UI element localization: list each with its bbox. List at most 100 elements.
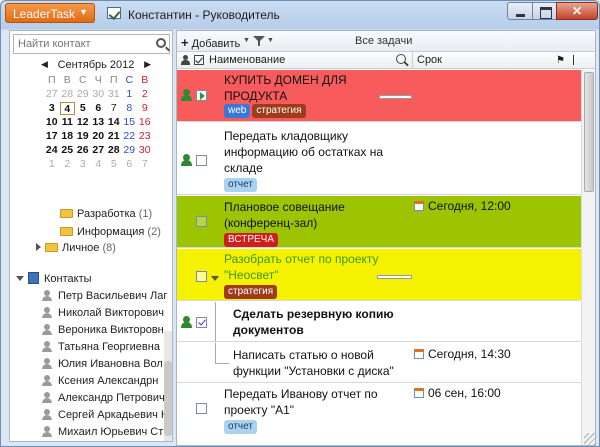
tree-item-folder[interactable]: Личное (8) — [36, 242, 116, 257]
calendar-day[interactable]: 27 — [44, 88, 60, 101]
search-icon[interactable] — [396, 54, 406, 64]
close-button[interactable]: ✕ — [556, 2, 598, 20]
calendar-day[interactable]: 4 — [91, 158, 107, 171]
calendar-day[interactable]: 27 — [91, 144, 107, 157]
calendar-day[interactable]: 31 — [106, 88, 122, 101]
contact-item[interactable]: Вероника Викторовн — [42, 324, 164, 339]
task-row[interactable]: КУПИТЬ ДОМЕН ДЛЯ ПРОДУКТА web стратегия — [177, 70, 581, 122]
tree-item-folder[interactable]: Разработка (1) — [60, 208, 152, 223]
task-checkbox[interactable] — [196, 155, 207, 166]
task-scrollbar[interactable] — [581, 70, 595, 445]
task-title[interactable]: КУПИТЬ ДОМЕН ДЛЯ ПРОДУКТА — [224, 72, 394, 104]
calendar-day[interactable]: 3 — [44, 102, 60, 115]
scrollbar-thumb[interactable] — [584, 72, 594, 192]
calendar-day[interactable]: 19 — [75, 130, 91, 143]
calendar-day[interactable]: 2 — [60, 158, 76, 171]
task-checkbox[interactable] — [196, 216, 207, 227]
calendar-day[interactable]: 11 — [60, 116, 76, 129]
calendar-day[interactable]: 9 — [137, 102, 153, 115]
next-month-icon[interactable]: ▶ — [144, 59, 151, 70]
calendar-day[interactable]: 2 — [137, 88, 153, 101]
task-title[interactable]: Написать статью о новой функции "Установ… — [233, 347, 413, 379]
task-title[interactable]: Передать кладовщику информацию об остатк… — [224, 128, 404, 176]
task-row[interactable]: Написать статью о новой функции "Установ… — [177, 343, 581, 383]
calendar-day[interactable]: 26 — [75, 144, 91, 157]
task-checkbox[interactable] — [196, 403, 207, 414]
task-row[interactable]: Плановое совещание (конференц-зал) Сегод… — [177, 196, 581, 248]
contact-search-input[interactable] — [14, 35, 144, 53]
calendar-day[interactable]: 30 — [137, 144, 153, 157]
contact-item[interactable]: Сергей Аркадьевич К — [42, 409, 167, 424]
calendar-day[interactable]: 18 — [60, 130, 76, 143]
calendar-day[interactable]: 10 — [44, 116, 60, 129]
calendar-day[interactable]: 28 — [106, 144, 122, 157]
calendar-day[interactable]: 28 — [60, 88, 76, 101]
tag-strategy[interactable]: стратегия — [252, 104, 306, 118]
column-due[interactable]: Срок — [417, 54, 442, 66]
person-icon[interactable] — [181, 55, 190, 66]
pin-icon[interactable] — [568, 55, 574, 65]
calendar-day[interactable]: 5 — [75, 102, 91, 115]
task-row[interactable]: Сделать резервную копию документов — [177, 302, 581, 342]
delegated-icon[interactable] — [181, 316, 193, 329]
tag-report[interactable]: отчет — [224, 178, 257, 192]
task-title[interactable]: Разобрать отчет по проекту "Неосвет" — [224, 251, 394, 283]
play-icon[interactable] — [196, 90, 207, 101]
calendar-day[interactable]: 29 — [122, 144, 138, 157]
calendar-day[interactable]: 25 — [60, 144, 76, 157]
resize-grip[interactable] — [584, 433, 596, 445]
scrollbar-thumb[interactable] — [164, 361, 172, 436]
tag-meeting[interactable]: ВСТРЕЧА — [224, 233, 279, 247]
column-name[interactable]: Наименование — [209, 54, 285, 66]
calendar-day[interactable]: 29 — [75, 88, 91, 101]
calendar-day[interactable]: 3 — [75, 158, 91, 171]
calendar-day[interactable]: 24 — [44, 144, 60, 157]
calendar-day[interactable]: 1 — [44, 158, 60, 171]
column-divider[interactable] — [412, 52, 413, 69]
minimize-button[interactable] — [507, 2, 533, 20]
calendar-day[interactable]: 22 — [122, 130, 138, 143]
calendar-day[interactable]: 14 — [106, 116, 122, 129]
calendar-day[interactable]: 6 — [91, 102, 107, 115]
tree-item-folder[interactable]: Информация (2) — [60, 226, 161, 241]
add-task-button[interactable]: + Добавить — [181, 35, 240, 50]
task-row[interactable]: Разобрать отчет по проекту "Неосвет" стр… — [177, 249, 581, 301]
task-title[interactable]: Сделать резервную копию документов — [233, 306, 413, 338]
add-dropdown-icon[interactable]: ▼ — [243, 37, 250, 44]
sidebar-scrollbar[interactable] — [164, 331, 172, 441]
delegated-icon[interactable] — [181, 89, 193, 102]
contact-item[interactable]: Михаил Юрьевич Ст — [42, 426, 163, 441]
calendar-day[interactable]: 13 — [91, 116, 107, 129]
tag-strategy[interactable]: стратегия — [224, 285, 278, 299]
contact-item[interactable]: Ксения Александрн — [42, 375, 158, 390]
filter-icon[interactable] — [253, 36, 265, 46]
calendar-day[interactable]: 15 — [122, 116, 138, 129]
calendar-day[interactable]: 30 — [91, 88, 107, 101]
calendar-day[interactable]: 8 — [122, 102, 138, 115]
tree-item-contacts[interactable]: Контакты — [16, 272, 92, 287]
delegated-icon[interactable] — [181, 154, 193, 167]
calendar-day[interactable]: 16 — [137, 116, 153, 129]
task-checkbox[interactable] — [196, 271, 207, 282]
task-title[interactable]: Плановое совещание (конференц-зал) — [224, 199, 394, 231]
check-column-icon[interactable] — [194, 55, 204, 65]
calendar-day-today[interactable]: 4 — [59, 102, 75, 115]
contact-item[interactable]: Татьяна Георгиевна — [42, 341, 160, 356]
calendar-day[interactable]: 6 — [122, 158, 138, 171]
calendar-day[interactable]: 23 — [137, 130, 153, 143]
contact-item[interactable]: Юлия Ивановна Вол — [42, 358, 163, 373]
task-checkbox[interactable] — [196, 317, 207, 328]
app-menu-button[interactable]: LeaderTask ▼ — [5, 3, 95, 23]
contact-item[interactable]: Александр Петрович — [42, 392, 165, 407]
calendar-day[interactable]: 20 — [91, 130, 107, 143]
calendar-day[interactable]: 1 — [122, 88, 138, 101]
calendar-day[interactable]: 5 — [106, 158, 122, 171]
calendar-day[interactable]: 12 — [75, 116, 91, 129]
tag-report[interactable]: отчет — [224, 420, 257, 434]
expand-icon[interactable] — [36, 243, 41, 251]
collapse-icon[interactable] — [211, 276, 219, 281]
filter-dropdown-icon[interactable]: ▼ — [267, 37, 274, 44]
tag-web[interactable]: web — [224, 104, 251, 118]
search-icon[interactable] — [156, 38, 166, 48]
calendar-day[interactable]: 17 — [44, 130, 60, 143]
